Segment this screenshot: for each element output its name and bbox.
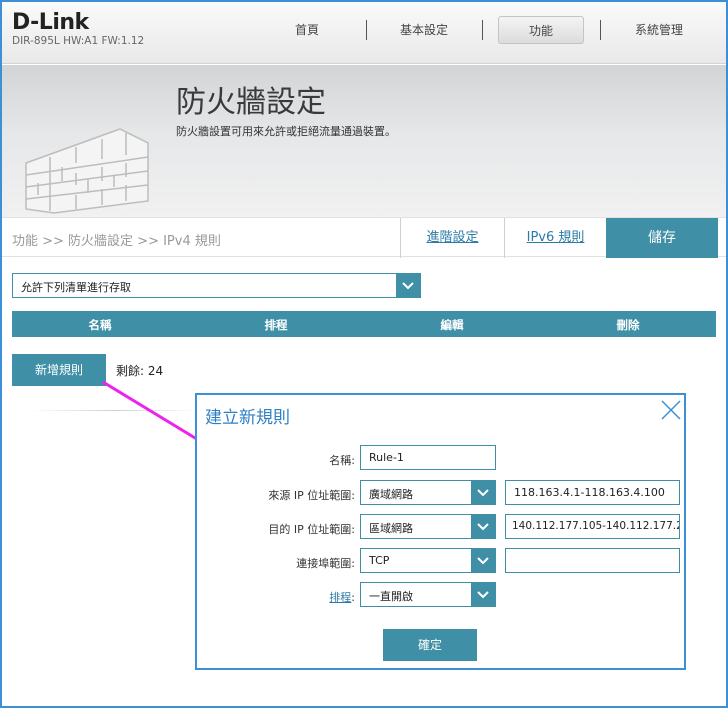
schedule-link[interactable]: 排程	[329, 591, 351, 604]
create-rule-dialog: 建立新規則 名稱: Rule-1 來源 IP 位址範圍: 廣域網路 118.16…	[195, 393, 686, 670]
schedule-label-wrap: 排程:	[215, 589, 355, 605]
chevron-down-icon[interactable]	[471, 549, 495, 572]
name-input[interactable]: Rule-1	[360, 445, 496, 470]
port-range-input[interactable]	[505, 548, 680, 573]
protocol-value: TCP	[369, 554, 390, 567]
source-type-value: 廣域網路	[369, 488, 413, 501]
protocol-select[interactable]: TCP	[360, 548, 496, 573]
port-range-label: 連接埠範圍:	[296, 557, 355, 570]
confirm-button[interactable]: 確定	[383, 629, 477, 661]
chevron-down-icon[interactable]	[471, 515, 495, 538]
destination-type-select[interactable]: 區域網路	[360, 514, 496, 539]
source-type-select[interactable]: 廣域網路	[360, 480, 496, 505]
chevron-down-icon[interactable]	[471, 481, 495, 504]
schedule-colon: :	[351, 591, 355, 604]
schedule-select[interactable]: 一直開啟	[360, 582, 496, 607]
destination-type-value: 區域網路	[369, 522, 413, 535]
chevron-down-icon[interactable]	[471, 583, 495, 606]
name-label: 名稱:	[329, 454, 355, 467]
source-ip-range-input[interactable]: 118.163.4.1-118.163.4.100	[505, 480, 680, 505]
close-icon[interactable]	[660, 399, 682, 421]
destination-ip-range-input[interactable]: 140.112.177.105-140.112.177.236	[505, 514, 680, 539]
dialog-title: 建立新規則	[205, 408, 290, 428]
schedule-value: 一直開啟	[369, 590, 413, 603]
destination-ip-label: 目的 IP 位址範圍:	[268, 523, 355, 536]
source-ip-label: 來源 IP 位址範圍:	[268, 489, 355, 502]
